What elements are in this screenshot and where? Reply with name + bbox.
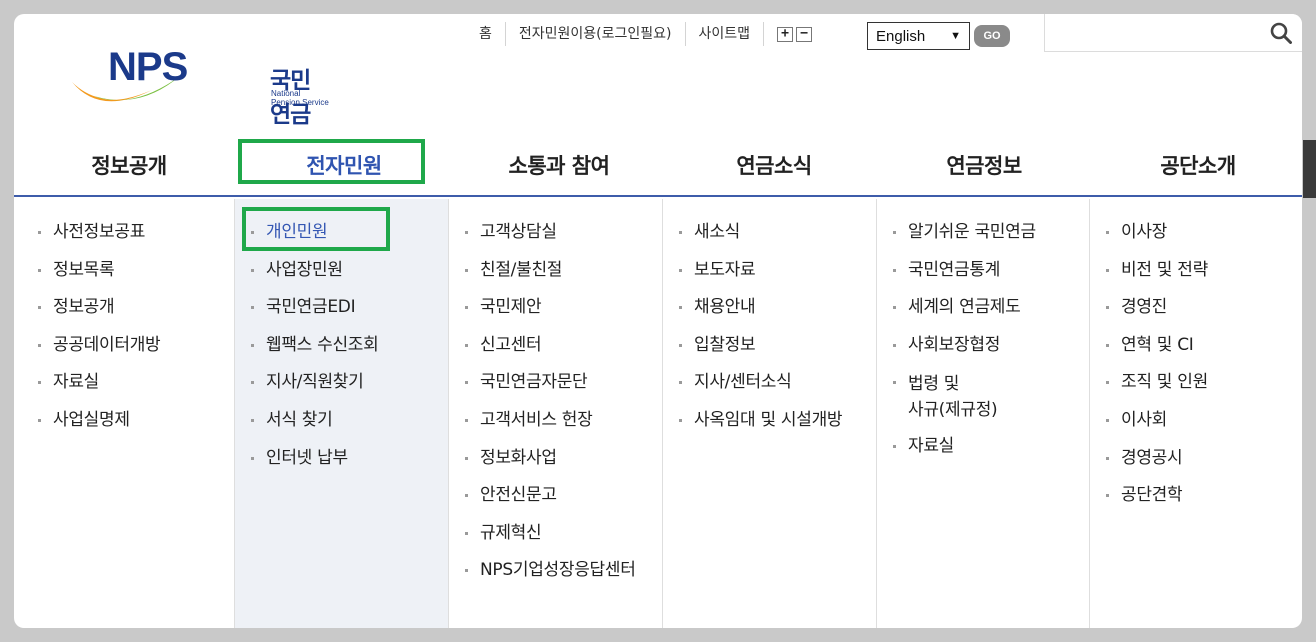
submenu-item[interactable]: 국민연금자문단: [465, 371, 662, 409]
submenu-item[interactable]: 사옥임대 및 시설개방: [679, 409, 876, 447]
scrollbar-thumb[interactable]: [1303, 140, 1316, 198]
submenu-item[interactable]: 입찰정보: [679, 334, 876, 372]
submenu-item[interactable]: NPS기업성장응답센터: [465, 559, 662, 597]
submenu-column-info-disclosure: 사전정보공표 정보목록 정보공개 공공데이터개방 자료실 사업실명제: [22, 199, 235, 628]
sitemap-link[interactable]: 사이트맵: [684, 22, 764, 46]
submenu-item[interactable]: 공단견학: [1106, 484, 1302, 522]
gnb-pension-news[interactable]: 연금소식: [674, 140, 874, 195]
nps-logo[interactable]: NPS 국민연금 National Pension Service: [70, 38, 330, 128]
submenu-item[interactable]: 비전 및 전략: [1106, 259, 1302, 297]
search-input[interactable]: [1044, 14, 1302, 52]
submenu-item[interactable]: 규제혁신: [465, 522, 662, 560]
submenu-item[interactable]: 자료실: [893, 435, 1089, 473]
submenu-item[interactable]: 국민연금통계: [893, 259, 1089, 297]
go-button[interactable]: GO: [974, 25, 1010, 47]
home-link[interactable]: 홈: [466, 22, 505, 46]
e-civil-service-login-link[interactable]: 전자민원이용(로그인필요): [504, 22, 685, 46]
font-size-controls: + −: [763, 22, 825, 46]
submenu-item[interactable]: 서식 찾기: [251, 409, 448, 447]
mega-menu: 사전정보공표 정보목록 정보공개 공공데이터개방 자료실 사업실명제 개인민원 …: [22, 199, 1302, 628]
page-frame: NPS 국민연금 National Pension Service 홈 전자민원…: [14, 14, 1302, 628]
nps-swoosh-logo-icon: NPS: [72, 45, 189, 102]
submenu-item[interactable]: 공공데이터개방: [38, 334, 234, 372]
submenu-item[interactable]: 사회보장협정: [893, 334, 1089, 372]
submenu-item[interactable]: 경영공시: [1106, 447, 1302, 485]
submenu-item[interactable]: 지사/직원찾기: [251, 371, 448, 409]
submenu-item[interactable]: 자료실: [38, 371, 234, 409]
submenu-item[interactable]: 친절/불친절: [465, 259, 662, 297]
submenu-item[interactable]: 정보화사업: [465, 447, 662, 485]
submenu-column-e-civil-service: 개인민원 사업장민원 국민연금EDI 웹팩스 수신조회 지사/직원찾기 서식 찾…: [235, 199, 449, 628]
submenu-item[interactable]: 정보공개: [38, 296, 234, 334]
gnb-about[interactable]: 공단소개: [1094, 140, 1302, 195]
submenu-item[interactable]: 이사회: [1106, 409, 1302, 447]
submenu-item[interactable]: 이사장: [1106, 221, 1302, 259]
submenu-item[interactable]: 채용안내: [679, 296, 876, 334]
submenu-item[interactable]: 고객서비스 헌장: [465, 409, 662, 447]
submenu-item[interactable]: 경영진: [1106, 296, 1302, 334]
main-nav: 정보공개 전자민원 소통과 참여 연금소식 연금정보 공단소개: [14, 140, 1302, 197]
submenu-item[interactable]: 사업장민원: [251, 259, 448, 297]
submenu-item[interactable]: 연혁 및 CI: [1106, 334, 1302, 372]
submenu-item[interactable]: 웹팩스 수신조회: [251, 334, 448, 372]
gnb-communication[interactable]: 소통과 참여: [444, 140, 674, 195]
font-decrease-button[interactable]: −: [796, 26, 813, 42]
language-select-value: English: [876, 27, 926, 45]
utility-nav: 홈 전자민원이용(로그인필요) 사이트맵 + −: [466, 22, 825, 46]
gnb-info-disclosure[interactable]: 정보공개: [14, 140, 244, 195]
font-increase-button[interactable]: +: [777, 26, 794, 42]
submenu-column-pension-info: 알기쉬운 국민연금 국민연금통계 세계의 연금제도 사회보장협정 법령 및 사규…: [877, 199, 1090, 628]
submenu-item[interactable]: 정보목록: [38, 259, 234, 297]
submenu-item[interactable]: 지사/센터소식: [679, 371, 876, 409]
submenu-item[interactable]: 법령 및 사규(제규정): [893, 371, 1089, 435]
submenu-column-communication: 고객상담실 친절/불친절 국민제안 신고센터 국민연금자문단 고객서비스 헌장 …: [449, 199, 663, 628]
submenu-item[interactable]: 사업실명제: [38, 409, 234, 447]
logo-english-name: National Pension Service: [271, 89, 329, 107]
submenu-item[interactable]: 새소식: [679, 221, 876, 259]
submenu-item[interactable]: 국민제안: [465, 296, 662, 334]
submenu-item[interactable]: 알기쉬운 국민연금: [893, 221, 1089, 259]
submenu-item[interactable]: 조직 및 인원: [1106, 371, 1302, 409]
submenu-item-personal-civil[interactable]: 개인민원: [251, 221, 448, 259]
submenu-item[interactable]: 인터넷 납부: [251, 447, 448, 485]
submenu-column-pension-news: 새소식 보도자료 채용안내 입찰정보 지사/센터소식 사옥임대 및 시설개방: [663, 199, 877, 628]
submenu-item[interactable]: 안전신문고: [465, 484, 662, 522]
chevron-down-icon: ▼: [950, 30, 961, 42]
logo-nps-text: NPS: [108, 45, 188, 89]
gnb-e-civil-service[interactable]: 전자민원: [244, 140, 444, 195]
search-icon[interactable]: [1270, 22, 1292, 44]
submenu-column-about: 이사장 비전 및 전략 경영진 연혁 및 CI 조직 및 인원 이사회 경영공시…: [1090, 199, 1302, 628]
submenu-item[interactable]: 세계의 연금제도: [893, 296, 1089, 334]
language-select[interactable]: English ▼: [867, 22, 970, 50]
submenu-item[interactable]: 신고센터: [465, 334, 662, 372]
submenu-item[interactable]: 고객상담실: [465, 221, 662, 259]
gnb-pension-info[interactable]: 연금정보: [874, 140, 1094, 195]
submenu-item[interactable]: 보도자료: [679, 259, 876, 297]
submenu-item[interactable]: 국민연금EDI: [251, 296, 448, 334]
submenu-item[interactable]: 사전정보공표: [38, 221, 234, 259]
